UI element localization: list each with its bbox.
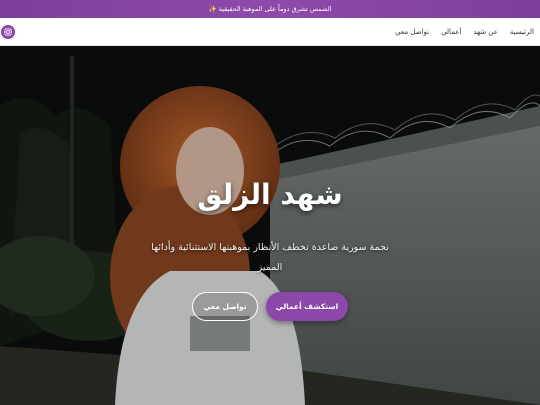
contact-me-label: تواصل معي	[203, 302, 247, 311]
hero-subtitle: نجمة سورية صاعدة تخطف الأنظار بموهبتها ا…	[151, 242, 389, 273]
explore-works-button[interactable]: استكشف أعمالي	[266, 292, 348, 321]
nav-menu: الرئيسية عن شهد أعمالي تواصل معي	[395, 18, 534, 46]
explore-works-label: استكشف أعمالي	[275, 302, 339, 311]
nav-item-contact[interactable]: تواصل معي	[395, 28, 429, 36]
nav-item-home[interactable]: الرئيسية	[510, 28, 534, 36]
nav-item-works[interactable]: أعمالي	[441, 28, 461, 36]
nav-item-about[interactable]: عن شهد	[473, 28, 498, 36]
instagram-button[interactable]	[1, 25, 15, 39]
hero-title: شهد الزلق	[197, 178, 343, 211]
instagram-icon	[4, 28, 12, 36]
announcement-text: الشمس تشرق دوماً على الموهبة الحقيقية ✨	[208, 5, 332, 13]
contact-me-button[interactable]: تواصل معي	[192, 292, 258, 321]
navbar: الرئيسية عن شهد أعمالي تواصل معي	[0, 18, 540, 46]
hero-overlay	[0, 46, 540, 405]
hero-section: شهد الزلق نجمة سورية صاعدة تخطف الأنظار …	[0, 46, 540, 405]
announcement-bar: الشمس تشرق دوماً على الموهبة الحقيقية ✨	[0, 0, 540, 18]
